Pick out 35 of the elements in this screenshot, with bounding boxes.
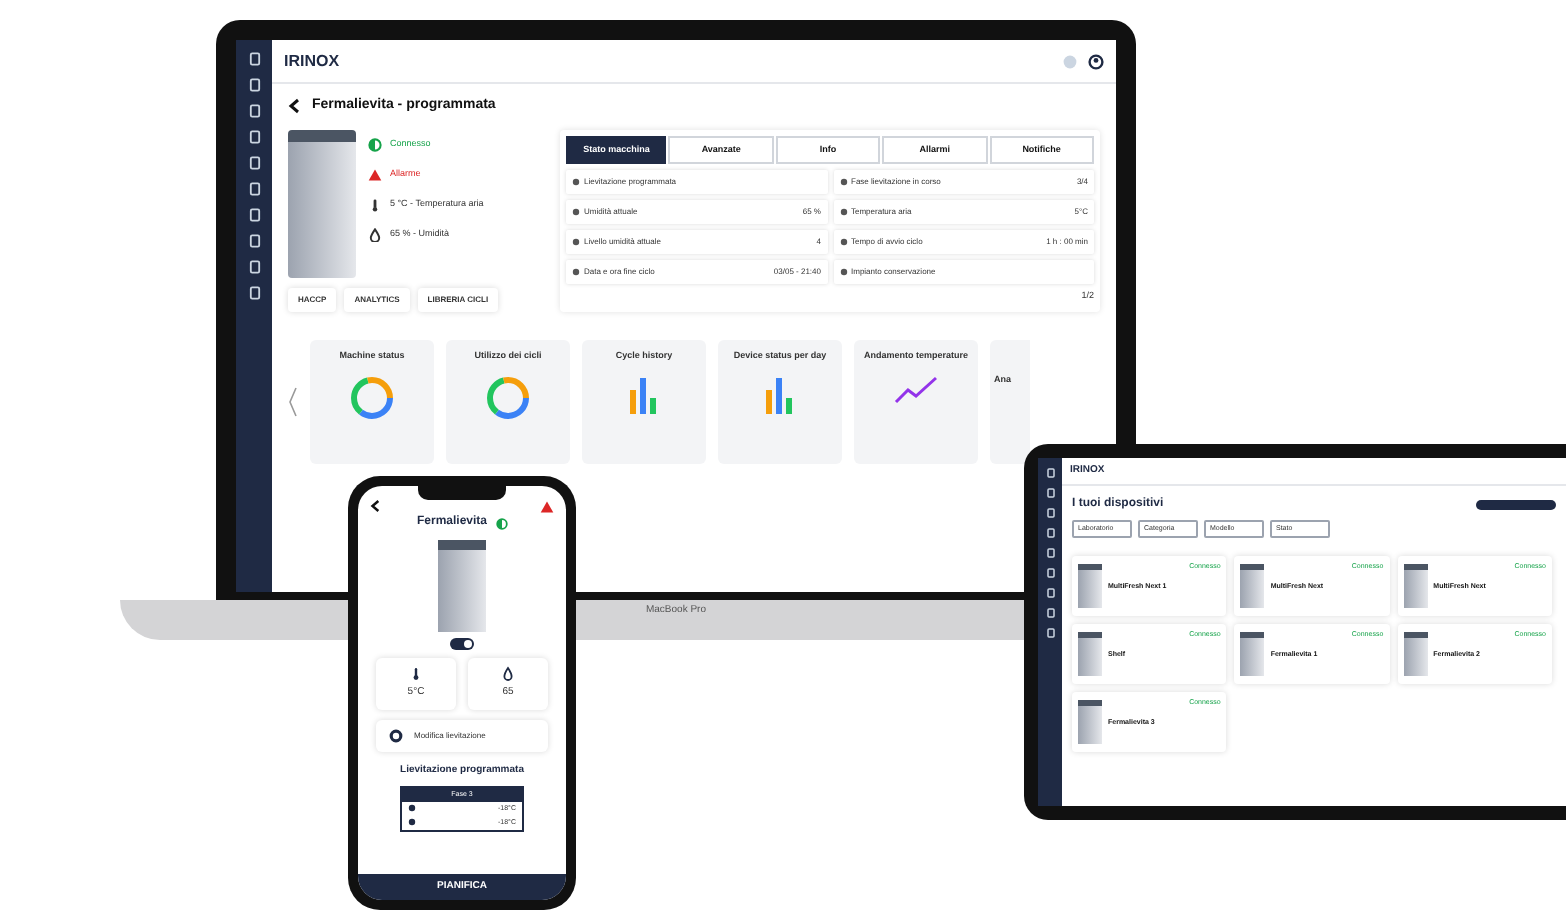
machine-image [1078, 564, 1102, 609]
machine-image [1403, 632, 1428, 677]
donut-chart-icon [484, 373, 532, 421]
info-icon [839, 268, 847, 277]
logo: IRINOX [284, 49, 340, 73]
drop-icon [368, 227, 382, 241]
machine-image [1240, 632, 1265, 677]
info-icon [839, 208, 847, 217]
line-chart-icon [894, 373, 938, 405]
back-icon[interactable] [288, 98, 300, 115]
warning-icon[interactable] [540, 499, 554, 513]
back-icon[interactable] [370, 498, 380, 514]
info-icon [839, 178, 847, 187]
phone-notch [418, 486, 506, 500]
power-status-icon [368, 137, 382, 151]
thermometer-icon [410, 666, 422, 683]
machine-image [1078, 632, 1102, 677]
machine-image [1240, 564, 1265, 609]
warning-icon [368, 167, 382, 181]
user-icon[interactable] [1088, 53, 1104, 69]
chevron-left-icon[interactable] [288, 385, 298, 417]
machine-image [438, 540, 486, 632]
machine-image [1078, 700, 1102, 745]
info-icon [572, 208, 580, 217]
machine-image [1403, 564, 1428, 609]
info-icon [572, 238, 580, 247]
thermometer-icon [368, 197, 382, 211]
donut-chart-icon [348, 373, 396, 421]
toggle-switch[interactable] [450, 638, 474, 650]
info-icon [839, 238, 847, 247]
add-device-button[interactable] [1476, 500, 1556, 510]
drop-icon [502, 666, 514, 683]
power-status-icon [495, 517, 508, 529]
info-icon [572, 178, 580, 187]
info-icon [572, 268, 580, 277]
